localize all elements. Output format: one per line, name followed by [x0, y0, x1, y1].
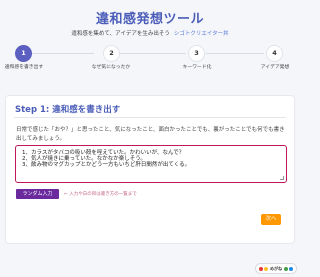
step-2-label: なぜ気になったか	[91, 65, 131, 70]
step-1-circle[interactable]: 1	[15, 45, 32, 62]
card-divider	[14, 117, 286, 118]
next-button[interactable]: 次へ	[261, 214, 281, 225]
subtitle-text: 違和感を集めて、アイデアを生み出そう	[71, 31, 170, 37]
random-input-hint: ← 入力や白の目は書き方の一覧まで	[64, 192, 137, 197]
step-1-label: 違和感を書き出す	[4, 65, 44, 70]
step-3-circle[interactable]: 3	[188, 45, 205, 62]
red-dot-icon	[259, 266, 263, 271]
card-description: 日常で感じた「おや？」と思ったこと、気になったこと、面白かったことでも、裏がった…	[16, 127, 285, 142]
yellow-dot-icon	[264, 266, 268, 271]
resize-handle-icon[interactable]	[280, 176, 284, 180]
step-4-label: アイデア発想	[260, 65, 290, 70]
step-1-card: Step 1: 違和感を書き出す 日常で感じた「おや？」と思ったこと、気になった…	[5, 95, 295, 244]
step-2-circle[interactable]: 2	[103, 45, 120, 62]
badge-label: めがね	[270, 265, 282, 271]
step-3-label: キーワード化	[182, 65, 212, 70]
step-4-circle[interactable]: 4	[266, 45, 283, 62]
observations-textarea[interactable]: 1、カラスがタバコの吸い殻を咥えていた。かわいいが、なんで？ 2、気人が焼きに乗…	[15, 145, 287, 183]
input-line-3: 3、飲み物のマグカップとかどう一方もいちど肝日間然が出てくる。	[22, 162, 191, 168]
page-subtitle: 違和感を集めて、アイデアを生み出そう シゴトクリエイター丼	[0, 29, 300, 37]
page-title: 違和感発想ツール	[95, 12, 204, 27]
step-progress: 1 違和感を書き出す 2 なぜ気になったか 3 キーワード化 4 アイデア発想	[0, 44, 300, 84]
random-input-button[interactable]: ランダム入力	[16, 189, 59, 199]
brand-badge[interactable]: めがね	[255, 263, 297, 274]
blue-dot-icon	[289, 266, 293, 271]
green-dot-icon	[284, 266, 288, 271]
card-title: Step 1: 違和感を書き出す	[15, 105, 121, 115]
author-link[interactable]: シゴトクリエイター丼	[174, 31, 229, 37]
